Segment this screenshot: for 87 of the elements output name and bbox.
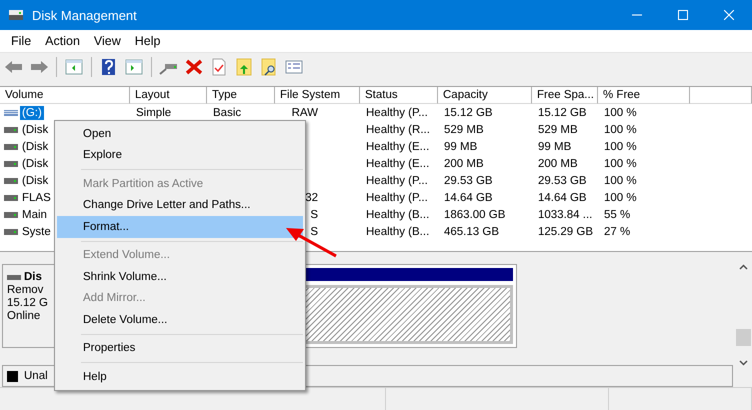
menu-item[interactable]: Open [57,123,303,144]
striped-drive-icon [4,110,18,116]
menu-item[interactable]: Help [128,31,168,51]
menu-item[interactable]: Delete Volume... [57,309,303,330]
table-cell: 100 % [604,192,637,204]
disk-detail: 15.12 G [7,297,48,309]
table-cell: 100 % [604,174,637,186]
menu-item[interactable]: Change Drive Letter and Paths... [57,194,303,216]
menu-item[interactable]: Explore [57,144,303,166]
volume-name[interactable]: (G:) [20,106,44,120]
drive-icon [4,126,18,132]
volume-name[interactable]: Syste [20,224,53,238]
column-header[interactable]: % Free [598,87,690,104]
table-cell: 200 MB [444,158,484,170]
table-cell: 27 % [604,226,630,238]
drive-icon [4,228,18,234]
table-cell: Healthy (P... [366,192,428,204]
table-cell: 55 % [604,208,630,220]
table-cell: 15.12 GB [538,106,587,118]
table-cell: 29.53 GB [444,174,493,186]
drive-icon [4,212,18,218]
menu-item[interactable]: Action [38,31,87,51]
column-header[interactable]: Status [360,87,438,104]
scrollbar-thumb[interactable] [736,329,751,346]
window-title: Disk Management [32,8,138,22]
column-header[interactable]: Capacity [438,87,532,104]
drive-icon [7,274,21,280]
menu-item[interactable]: Shrink Volume... [57,266,303,288]
column-header[interactable]: Type [207,87,275,104]
table-cell: Healthy (E... [366,140,430,152]
table-cell: Healthy (P... [366,174,428,186]
table-cell-text: S [309,208,318,220]
table-cell: 99 MB [538,140,572,152]
close-icon[interactable] [724,10,734,20]
table-cell: Simple [136,106,172,118]
maximize-icon[interactable] [678,10,688,20]
scroll-down-icon[interactable] [739,360,748,366]
drive-icon [4,144,18,150]
volume-name[interactable]: (Disk [20,156,50,170]
table-cell: 529 MB [444,124,484,136]
volume-name[interactable]: (Disk [20,122,50,136]
drive-icon [4,194,18,200]
table-cell: 14.64 GB [444,192,493,204]
legend-label: Unal [24,370,48,382]
table-cell: Healthy (B... [366,208,430,220]
table-cell: 1863.00 GB [444,208,506,220]
drive-icon [4,160,18,166]
column-header[interactable]: Free Spa... [532,87,598,104]
table-cell: 1033.84 ... [538,208,592,220]
disk-detail: Online [7,310,40,322]
volume-name[interactable]: (Disk [20,140,50,154]
disk-detail: Remov [7,284,44,296]
menu-item[interactable]: Properties [57,338,303,359]
table-cell-text: RAW [290,106,318,118]
disk-name: Dis [24,271,42,283]
volume-name[interactable]: FLAS [20,190,53,204]
disk-icon [8,8,24,22]
menu-item[interactable]: View [86,31,128,51]
table-cell: Healthy (P... [366,106,428,118]
table-cell: Healthy (R... [366,124,430,136]
scroll-up-icon[interactable] [739,264,748,270]
table-cell: 529 MB [538,124,578,136]
volume-name[interactable]: Main [20,208,49,222]
table-cell: Basic [213,106,242,118]
table-cell: 125.29 GB [538,226,593,238]
table-cell: Healthy (E... [366,158,430,170]
drive-icon [4,178,18,184]
column-header[interactable]: Volume [0,87,130,104]
menu-item[interactable]: Format... [57,216,303,238]
table-cell: 465.13 GB [444,226,499,238]
volume-name[interactable]: (Disk [20,174,50,188]
table-cell: 100 % [604,140,637,152]
table-cell: Healthy (B... [366,226,430,238]
table-cell: 99 MB [444,140,478,152]
table-cell: 29.53 GB [538,174,587,186]
menu-item[interactable]: File [4,31,38,51]
table-cell-text: S [309,226,318,238]
table-cell: 14.64 GB [538,192,587,204]
table-cell: 200 MB [538,158,578,170]
table-cell-text: 32 [304,192,318,204]
column-header[interactable]: File System [275,87,360,104]
table-cell: 100 % [604,124,637,136]
column-header[interactable]: Layout [130,87,207,104]
menu-item[interactable]: Help [57,366,303,388]
table-cell: 100 % [604,158,637,170]
table-cell: 100 % [604,106,637,118]
table-cell: 15.12 GB [444,106,493,118]
